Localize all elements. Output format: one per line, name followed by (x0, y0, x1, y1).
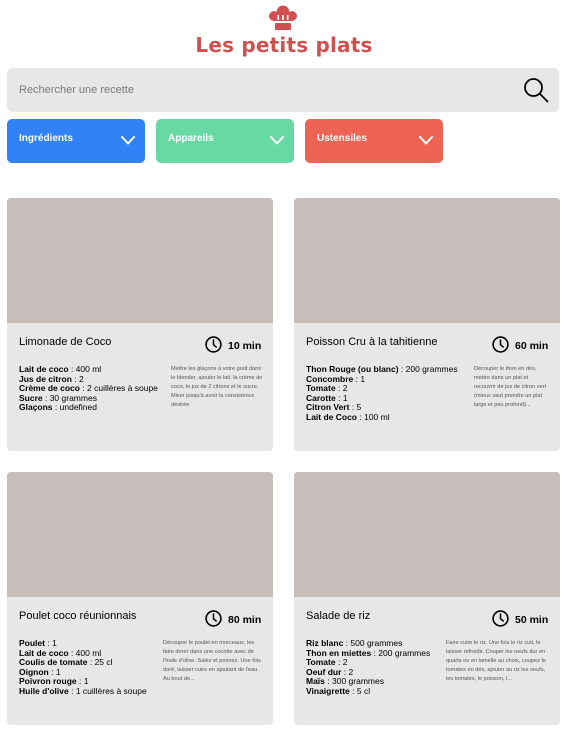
ingredient-quantity: : 1 (353, 373, 366, 384)
utensils-filter-label: Ustensiles (317, 133, 368, 144)
ingredient-quantity: : 30 grammes (42, 392, 97, 403)
ingredient-quantity: : 100 ml (357, 411, 390, 422)
ingredient-item: Glaçons : undefined (19, 403, 169, 413)
recipe-time: 50 min (515, 614, 549, 626)
recipe-card[interactable]: Poisson Cru à la tahitienne 60 min Thon … (294, 198, 560, 451)
ingredient-quantity: : 5 cl (349, 685, 371, 696)
ingredient-name: Thon Rouge (ou blanc) (306, 364, 399, 374)
ingredient-name: Thon en miettes (306, 647, 372, 658)
ingredient-name: Tomate (306, 657, 336, 668)
ingredient-quantity: : 2 cuillères à soupe (79, 383, 158, 394)
ingredient-name: Oignon (19, 666, 49, 677)
ingredient-name: Carotte (306, 392, 336, 403)
ingredient-name: Jus de citron (19, 373, 72, 384)
ingredient-name: Oeuf dur (306, 666, 342, 677)
ingredient-quantity: : 2 (341, 666, 354, 677)
ingredient-name: Vinaigrette (306, 685, 350, 696)
ingredient-name: Huile d'olive (19, 685, 69, 696)
ingredient-name: Lait de coco (19, 647, 69, 658)
ingredient-name: Riz blanc (306, 638, 344, 648)
recipe-image (294, 472, 560, 597)
appliances-filter-button[interactable]: Appareils (156, 119, 294, 163)
chevron-down-icon (121, 136, 135, 145)
recipe-image (7, 472, 273, 597)
recipe-card[interactable]: Salade de riz 50 min Riz blanc : 500 gra… (294, 472, 560, 725)
ingredient-quantity: : 1 (48, 666, 61, 677)
recipe-title: Limonade de Coco (19, 336, 112, 348)
ingredient-name: Maïs (306, 676, 325, 687)
ingredient-name: Lait de Coco (306, 411, 358, 422)
chevron-down-icon (270, 136, 284, 145)
ingredients-filter-button[interactable]: Ingrédients (7, 119, 145, 163)
ingredient-name: Crème de coco (19, 383, 80, 394)
page-title: Les petits plats (195, 33, 373, 57)
clock-icon (492, 610, 509, 627)
ingredient-name: Lait de coco (19, 364, 69, 374)
ingredient-name: Coulis de tomate (19, 657, 88, 668)
ingredient-quantity: : 400 ml (68, 647, 102, 658)
ingredient-list: Poulet : 1 Lait de coco : 400 ml Coulis … (19, 638, 169, 697)
ingredient-name: Sucre (19, 392, 43, 403)
ingredient-quantity: : 1 cuillères à soupe (68, 685, 147, 696)
clock-icon (205, 610, 222, 627)
ingredient-quantity: : 300 grammes (324, 676, 384, 687)
search-input[interactable] (7, 68, 517, 112)
ingredient-quantity: : 1 (44, 638, 57, 648)
recipe-description: Découper le thon en dés, mettre dans un … (474, 366, 547, 409)
recipe-title: Poisson Cru à la tahitienne (306, 336, 438, 348)
search-icon[interactable] (523, 77, 549, 103)
ingredient-list: Riz blanc : 500 grammes Thon en miettes … (306, 638, 456, 697)
ingredient-list: Thon Rouge (ou blanc) : 200 grammes Conc… (306, 364, 458, 423)
ingredient-name: Concombre (306, 373, 354, 384)
appliances-filter-label: Appareils (168, 133, 214, 144)
recipe-card[interactable]: Poulet coco réunionnais 80 min Poulet : … (7, 472, 273, 725)
ingredient-name: Poivron rouge (19, 676, 77, 687)
search-bar (7, 68, 559, 112)
recipe-title: Salade de riz (306, 610, 371, 622)
ingredient-name: Tomate (306, 383, 336, 394)
ingredient-quantity: : 200 grammes (398, 364, 458, 374)
recipe-image (294, 198, 560, 323)
ingredient-quantity: : undefined (52, 402, 97, 413)
ingredient-name: Glaçons (19, 402, 53, 413)
ingredient-quantity: : 500 grammes (343, 638, 403, 648)
ingredient-quantity: : 1 (76, 676, 89, 687)
recipe-description: Faire cuire le riz. Une fois le riz cuit… (446, 640, 546, 683)
ingredient-quantity: : 200 grammes (371, 647, 431, 658)
ingredient-quantity: : 400 ml (68, 364, 102, 374)
recipe-image (7, 198, 273, 323)
chevron-down-icon (419, 136, 433, 145)
clock-icon (492, 336, 509, 353)
chef-hat-icon (269, 5, 297, 30)
ingredient-quantity: : 5 (349, 402, 362, 413)
ingredient-name: Poulet (19, 638, 45, 648)
recipe-title: Poulet coco réunionnais (19, 610, 137, 622)
ingredient-item: Vinaigrette : 5 cl (306, 685, 456, 697)
ingredients-filter-label: Ingrédients (19, 133, 73, 144)
ingredient-quantity: : 1 (335, 392, 348, 403)
ingredient-quantity: : 2 (71, 373, 84, 384)
clock-icon (205, 336, 222, 353)
recipe-description: Découper le poulet en morceaux, les fair… (163, 640, 261, 683)
recipe-time: 80 min (228, 614, 262, 626)
recipe-description: Mettre les glaçons à votre goût dans le … (171, 366, 263, 409)
recipe-card[interactable]: Limonade de Coco 10 min Lait de coco : 4… (7, 198, 273, 451)
recipe-time: 10 min (228, 340, 262, 352)
ingredient-item: Huile d'olive : 1 cuillères à soupe (19, 685, 169, 697)
ingredient-list: Lait de coco : 400 ml Jus de citron : 2 … (19, 364, 169, 413)
ingredient-name: Citron Vert (306, 402, 350, 413)
recipe-time: 60 min (515, 340, 549, 352)
ingredient-item: Lait de Coco : 100 ml (306, 411, 456, 423)
utensils-filter-button[interactable]: Ustensiles (305, 119, 443, 163)
ingredient-quantity: : 2 (335, 383, 348, 394)
ingredient-quantity: : 25 cl (87, 657, 113, 668)
ingredient-quantity: : 2 (335, 657, 348, 668)
